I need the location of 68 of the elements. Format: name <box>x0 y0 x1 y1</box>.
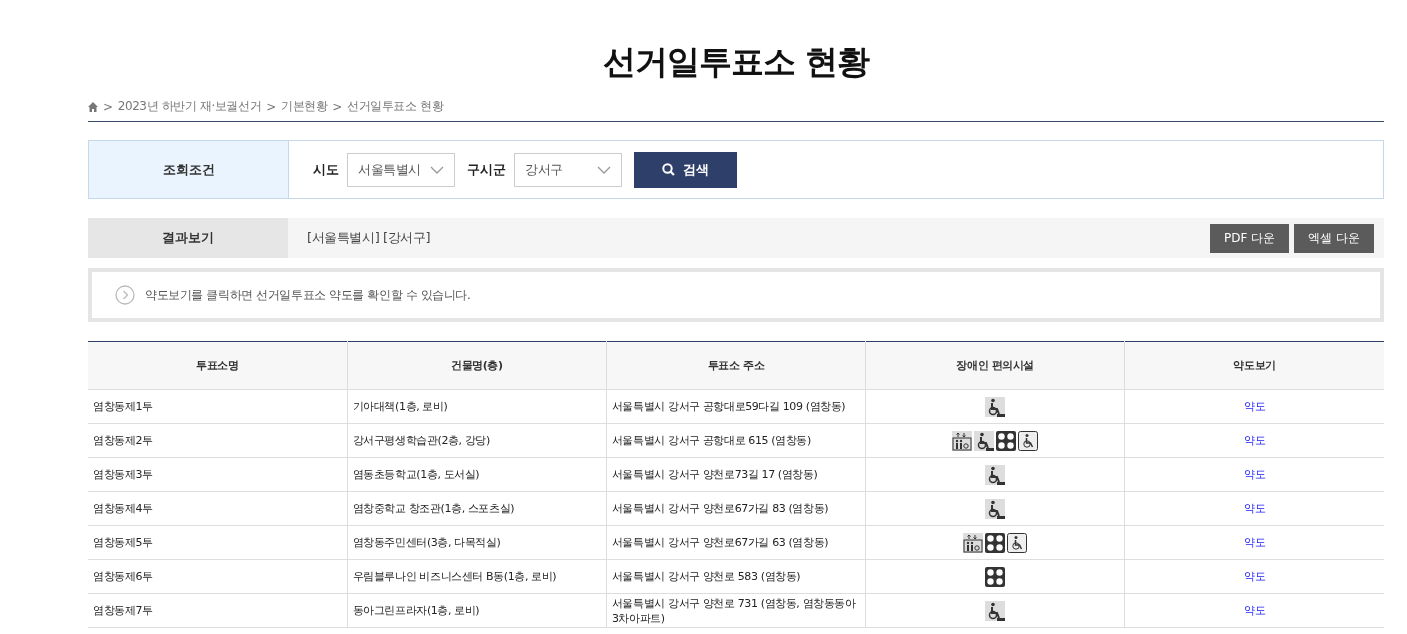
wheelchair-icon <box>1007 532 1028 553</box>
table-cell: 서울특별시 강서구 양천로67가길 83 (염창동) <box>606 491 866 526</box>
wheelchair-icon <box>1018 430 1039 451</box>
map-link[interactable]: 약도 <box>1244 434 1266 447</box>
search-button[interactable]: 검색 <box>634 151 737 188</box>
ramp-icon <box>985 600 1006 621</box>
select-field[interactable]: 서울특별시 <box>347 152 455 187</box>
result-label: 결과보기 <box>88 218 288 258</box>
dots-icon <box>996 430 1017 451</box>
table-cell: 염창동주민센터(3층, 다목적실) <box>347 525 607 560</box>
field-label: 구시군 <box>467 160 506 179</box>
column-header: 투표소 주소 <box>606 341 866 390</box>
map-link[interactable]: 약도 <box>1244 570 1266 583</box>
elevator-icon <box>963 532 984 553</box>
column-header: 장애인 편의시설 <box>865 341 1125 390</box>
table-cell: 강서구평생학습관(2층, 강당) <box>347 423 607 458</box>
ramp-icon <box>974 430 995 451</box>
breadcrumb-link[interactable]: 2023년 하반기 재·보궐선거 <box>117 98 262 115</box>
chevron-icon <box>430 165 444 174</box>
home-icon[interactable] <box>88 101 98 112</box>
table-cell: 염창중학교 창조관(1층, 스포츠실) <box>347 491 607 526</box>
table-cell: 서울특별시 강서구 양천로73길 17 (염창동) <box>606 457 866 492</box>
breadcrumb-separator: > <box>103 99 113 114</box>
dots-icon <box>985 566 1006 587</box>
result-text: [서울특별시] [강서구] <box>306 229 432 247</box>
breadcrumb-separator: > <box>332 99 342 114</box>
map-link[interactable]: 약도 <box>1244 604 1266 617</box>
ramp-icon <box>985 396 1006 417</box>
search-icon <box>662 163 675 176</box>
table-cell: 기아대책(1층, 로비) <box>347 389 607 424</box>
table-cell: 염창동제3투 <box>88 457 348 492</box>
column-header: 건물명(층) <box>347 341 607 390</box>
table-cell: 서울특별시 강서구 양천로 583 (염창동) <box>606 559 866 594</box>
table-cell: 염창동제1투 <box>88 389 348 424</box>
field-label: 시도 <box>313 160 339 179</box>
breadcrumb-link[interactable]: 기본현황 <box>280 98 328 115</box>
breadcrumb-separator: > <box>266 99 276 114</box>
map-link[interactable]: 약도 <box>1244 502 1266 515</box>
select-field[interactable]: 강서구 <box>514 152 622 187</box>
table-cell: 동아그린프라자(1층, 로비) <box>347 593 607 628</box>
map-link[interactable]: 약도 <box>1244 536 1266 549</box>
table-cell: 서울특별시 강서구 공항대로 615 (염창동) <box>606 423 866 458</box>
chevron-circle-icon <box>115 285 135 305</box>
breadcrumb-link[interactable]: 선거일투표소 현황 <box>346 98 444 115</box>
table-cell: 서울특별시 강서구 양천로 731 (염창동, 염창동동아3차아파트) <box>606 593 866 628</box>
chevron-icon <box>597 165 611 174</box>
column-header: 투표소명 <box>88 341 348 390</box>
map-link[interactable]: 약도 <box>1244 400 1266 413</box>
table-cell: 염창동제2투 <box>88 423 348 458</box>
ramp-icon <box>985 498 1006 519</box>
table-cell: 우림블루나인 비즈니스센터 B동(1층, 로비) <box>347 559 607 594</box>
dots-icon <box>985 532 1006 553</box>
notice-text: 약도보기를 클릭하면 선거일투표소 약도를 확인할 수 있습니다. <box>145 286 471 304</box>
table-cell: 염동초등학교(1층, 도서실) <box>347 457 607 492</box>
ramp-icon <box>985 464 1006 485</box>
elevator-icon <box>952 430 973 451</box>
table-cell: 서울특별시 강서구 공항대로59다길 109 (염창동) <box>606 389 866 424</box>
table-cell: 염창동제7투 <box>88 593 348 628</box>
table-cell: 염창동제6투 <box>88 559 348 594</box>
download-button[interactable]: PDF 다운 <box>1209 223 1290 253</box>
download-button[interactable]: 엑셀 다운 <box>1294 223 1374 253</box>
table-cell: 염창동제5투 <box>88 525 348 560</box>
search-label: 조회조건 <box>89 141 289 198</box>
table-cell: 서울특별시 강서구 양천로67가길 63 (염창동) <box>606 525 866 560</box>
column-header: 약도보기 <box>1124 341 1384 390</box>
page-title: 선거일투표소 현황 <box>601 41 871 83</box>
map-link[interactable]: 약도 <box>1244 468 1266 481</box>
table-cell: 염창동제4투 <box>88 491 348 526</box>
